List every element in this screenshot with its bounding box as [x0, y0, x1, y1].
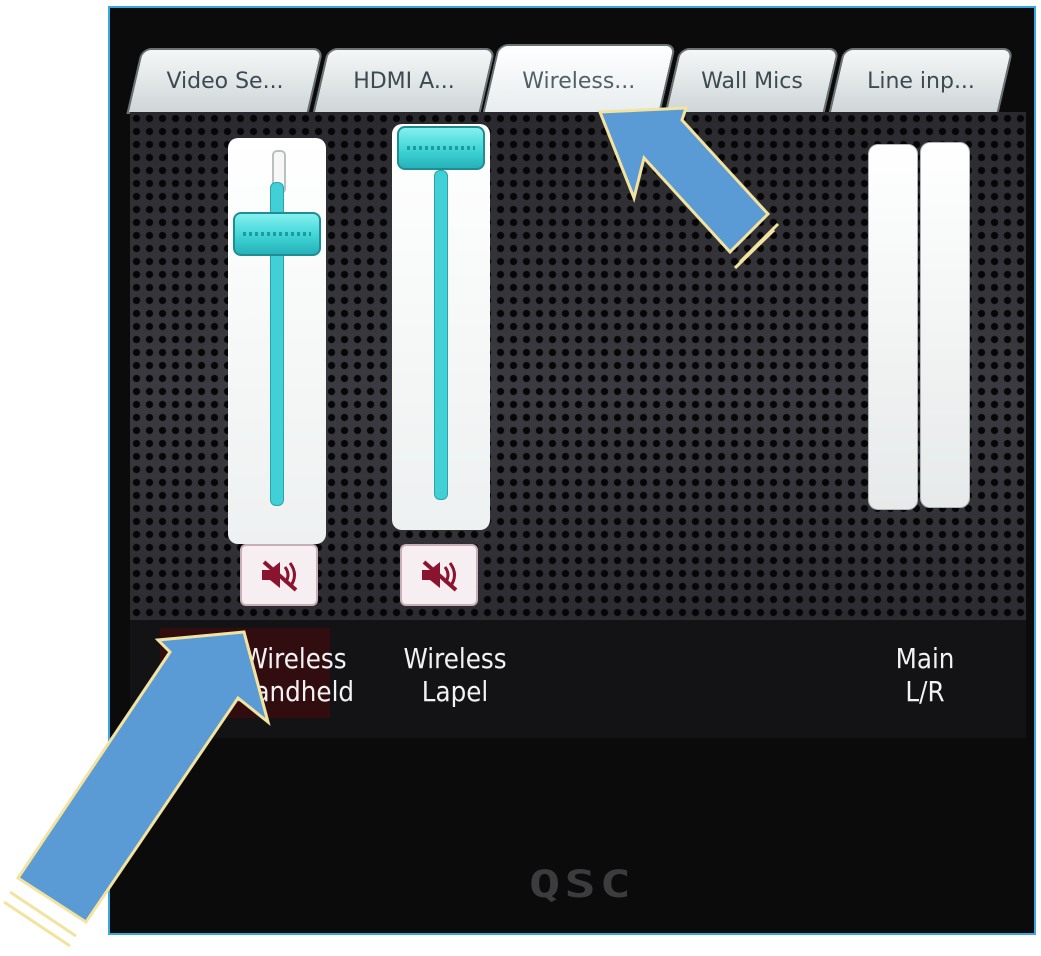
- channel-label-line1: Wireless: [243, 642, 347, 675]
- wireless-handheld-mute-button[interactable]: [240, 544, 318, 606]
- wireless-lapel-fader[interactable]: [392, 124, 490, 530]
- speaker-muted-icon: [262, 560, 298, 592]
- touch-screen: Video Se... HDMI A... Wireless... Wall M…: [108, 6, 1036, 935]
- channel-label-line2: Lapel: [421, 675, 489, 708]
- tab-label: Wall Mics: [701, 68, 803, 94]
- wireless-handheld-fader[interactable]: [228, 138, 326, 544]
- wireless-lapel-mute-button[interactable]: [400, 544, 478, 606]
- channel-label-line1: Wireless: [403, 642, 507, 675]
- tab-label: Video Se...: [166, 68, 284, 94]
- fader-knob[interactable]: [233, 211, 321, 256]
- tab-line-inputs[interactable]: Line inp...: [828, 48, 1014, 114]
- tab-label: HDMI A...: [353, 68, 455, 94]
- speaker-muted-icon: [422, 560, 458, 592]
- qsc-logo: QSC: [529, 863, 635, 907]
- wireless-handheld-label: Wireless Handheld: [220, 642, 370, 708]
- tab-label: Wireless...: [522, 68, 636, 94]
- channel-label-line1: Main: [895, 642, 955, 675]
- channel-label-bar: Wireless Handheld Wireless Lapel Main L/…: [130, 620, 1026, 738]
- main-meter-left: [868, 144, 918, 510]
- tab-wall-mics[interactable]: Wall Mics: [664, 48, 840, 114]
- tab-video-sources[interactable]: Video Se...: [126, 48, 324, 114]
- tab-label: Line inp...: [867, 68, 975, 94]
- fader-knob[interactable]: [397, 126, 485, 170]
- channel-label-line2: L/R: [905, 675, 945, 708]
- channel-label-line2: Handheld: [235, 675, 355, 708]
- wireless-lapel-label: Wireless Lapel: [389, 642, 521, 708]
- tab-bar: Video Se... HDMI A... Wireless... Wall M…: [126, 40, 1032, 116]
- main-lr-label: Main L/R: [877, 642, 974, 708]
- mixer-panel: [130, 112, 1026, 620]
- main-meter-right: [920, 142, 970, 508]
- fader-track: [434, 170, 448, 500]
- tab-wireless[interactable]: Wireless...: [481, 44, 677, 116]
- tab-hdmi-audio[interactable]: HDMI A...: [312, 48, 496, 114]
